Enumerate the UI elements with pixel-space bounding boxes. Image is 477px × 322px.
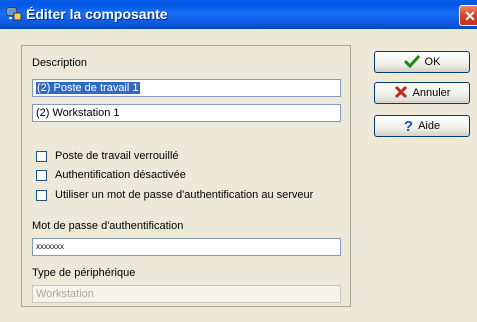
title-bar: Éditer la composante ✕ xyxy=(0,0,477,29)
help-button[interactable]: ? Aide xyxy=(374,115,470,137)
ok-button-label: OK xyxy=(424,56,441,68)
checkbox-row-auth-disabled[interactable]: Authentification désactivée xyxy=(36,169,186,181)
close-button[interactable]: ✕ xyxy=(459,5,477,26)
checkbox-row-server-password[interactable]: Utiliser un mot de passe d'authentificat… xyxy=(36,189,313,201)
question-icon: ? xyxy=(403,117,414,135)
ok-button[interactable]: OK xyxy=(374,51,470,73)
password-field[interactable]: xxxxxxx xyxy=(32,238,341,256)
server-password-checkbox-label: Utiliser un mot de passe d'authentificat… xyxy=(55,189,314,201)
selected-text: (2) Poste de travail 1 xyxy=(36,82,140,94)
checkmark-icon xyxy=(403,54,420,71)
password-label: Mot de passe d'authentification xyxy=(32,220,184,232)
locked-checkbox[interactable] xyxy=(36,150,47,162)
description-label: Description xyxy=(32,57,88,69)
server-password-checkbox[interactable] xyxy=(36,189,47,201)
description-field-1[interactable]: (2) Poste de travail 1 xyxy=(32,79,341,97)
cancel-button-label: Annuler xyxy=(412,87,451,99)
cancel-button[interactable]: Annuler xyxy=(374,82,470,104)
device-type-field: Workstation xyxy=(32,285,341,303)
locked-checkbox-label: Poste de travail verrouillé xyxy=(55,150,179,162)
device-type-label: Type de périphérique xyxy=(32,267,136,279)
window-icon xyxy=(6,7,22,21)
description-field-2[interactable]: (2) Workstation 1 xyxy=(32,104,341,122)
red-x-icon xyxy=(394,85,408,102)
checkbox-row-locked[interactable]: Poste de travail verrouillé xyxy=(36,150,179,162)
window-title: Éditer la composante xyxy=(26,6,168,22)
auth-disabled-checkbox[interactable] xyxy=(36,169,47,181)
auth-disabled-checkbox-label: Authentification désactivée xyxy=(55,169,186,181)
help-button-label: Aide xyxy=(418,120,441,132)
